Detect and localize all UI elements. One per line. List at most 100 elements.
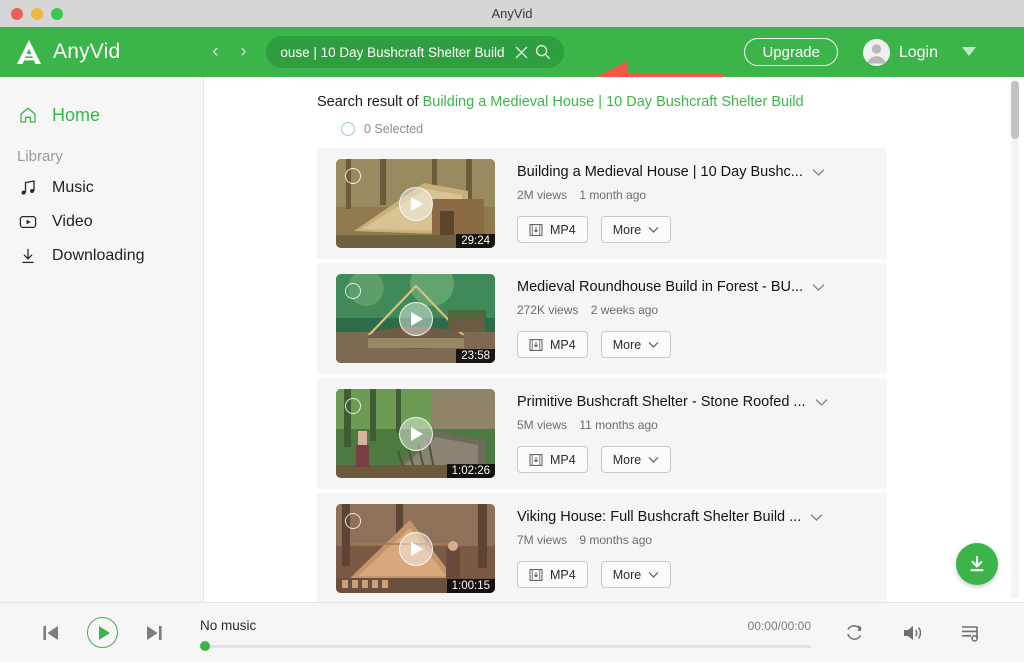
video-actions: MP4 More xyxy=(517,446,877,473)
video-title-row: Medieval Roundhouse Build in Forest - BU… xyxy=(517,279,877,295)
video-stats: 272K views 2 weeks ago xyxy=(517,303,877,317)
back-button[interactable]: ‹ xyxy=(204,39,226,65)
video-thumbnail[interactable]: 23:58 xyxy=(336,274,495,363)
video-title[interactable]: Viking House: Full Bushcraft Shelter Bui… xyxy=(517,509,801,525)
sidebar-item-music[interactable]: Music xyxy=(0,171,203,205)
format-label: MP4 xyxy=(550,452,576,467)
nav-arrows: ‹ › xyxy=(204,39,254,65)
chevron-down-icon xyxy=(648,341,659,348)
track-title: No music xyxy=(200,617,257,633)
chevron-down-icon[interactable] xyxy=(962,47,976,56)
video-title-row: Primitive Bushcraft Shelter - Stone Roof… xyxy=(517,394,877,410)
expand-chevron-down-icon[interactable] xyxy=(815,398,828,407)
avatar xyxy=(862,39,890,66)
download-circle-icon xyxy=(970,555,984,572)
more-options-button[interactable]: More xyxy=(600,216,672,243)
video-title[interactable]: Building a Medieval House | 10 Day Bushc… xyxy=(517,164,803,180)
next-track-button[interactable] xyxy=(139,618,169,648)
forward-button[interactable]: › xyxy=(232,39,254,65)
expand-chevron-down-icon[interactable] xyxy=(812,283,825,292)
format-label: MP4 xyxy=(550,337,576,352)
search-result-query: Building a Medieval House | 10 Day Bushc… xyxy=(422,94,804,110)
play-icon[interactable] xyxy=(398,531,433,566)
expand-chevron-down-icon[interactable] xyxy=(812,168,825,177)
table-row[interactable]: 1:00:15 Viking House: Full Bushcraft She… xyxy=(317,493,887,602)
search-bar[interactable]: ouse | 10 Day Bushcraft Shelter Build xyxy=(266,36,565,68)
progress-knob[interactable] xyxy=(200,641,210,651)
select-video-checkbox[interactable] xyxy=(345,168,361,184)
more-options-button[interactable]: More xyxy=(600,446,672,473)
play-icon[interactable] xyxy=(398,416,433,451)
anyvid-window: AnyVid AnyVid ‹ › ouse | 10 Day Bushcraf… xyxy=(0,0,1024,662)
search-input[interactable]: ouse | 10 Day Bushcraft Shelter Build xyxy=(280,45,510,60)
sidebar-item-label: Video xyxy=(52,213,93,230)
video-stats: 7M views 9 months ago xyxy=(517,533,877,547)
video-title[interactable]: Primitive Bushcraft Shelter - Stone Roof… xyxy=(517,394,806,410)
repeat-icon xyxy=(846,625,862,640)
download-mp4-button[interactable]: MP4 xyxy=(517,446,588,473)
repeat-button[interactable] xyxy=(839,618,869,648)
skip-previous-icon xyxy=(43,625,58,640)
download-all-fab-button[interactable] xyxy=(956,543,998,585)
play-icon[interactable] xyxy=(398,301,433,336)
playlist-button[interactable] xyxy=(957,618,987,648)
more-options-button[interactable]: More xyxy=(600,331,672,358)
table-row[interactable]: 1:02:26 Primitive Bushcraft Shelter - St… xyxy=(317,378,887,489)
more-label: More xyxy=(612,567,642,582)
video-thumbnail[interactable]: 29:24 xyxy=(336,159,495,248)
select-video-checkbox[interactable] xyxy=(345,283,361,299)
video-age: 1 month ago xyxy=(579,188,647,202)
volume-button[interactable] xyxy=(898,618,928,648)
video-views: 7M views xyxy=(517,533,568,547)
download-mp4-button[interactable]: MP4 xyxy=(517,331,588,358)
video-views: 2M views xyxy=(517,188,568,202)
clear-search-icon[interactable] xyxy=(510,41,532,63)
sidebar-item-downloading[interactable]: Downloading xyxy=(0,239,203,273)
video-thumbnail[interactable]: 1:02:26 xyxy=(336,389,495,478)
play-icon[interactable] xyxy=(398,186,433,221)
download-mp4-button[interactable]: MP4 xyxy=(517,561,588,588)
film-download-icon xyxy=(529,453,543,466)
film-download-icon xyxy=(529,568,543,581)
login-label: Login xyxy=(898,43,938,61)
upgrade-button[interactable]: Upgrade xyxy=(744,38,838,66)
table-row[interactable]: 29:24 Building a Medieval House | 10 Day… xyxy=(317,148,887,259)
format-label: MP4 xyxy=(550,222,576,237)
chevron-down-icon xyxy=(648,571,659,578)
progress-slider[interactable] xyxy=(200,641,811,651)
play-pause-button[interactable] xyxy=(87,617,118,648)
video-thumbnail[interactable]: 1:00:15 xyxy=(336,504,495,593)
brand[interactable]: AnyVid xyxy=(14,37,120,67)
sidebar-item-label: Music xyxy=(52,179,94,196)
select-video-checkbox[interactable] xyxy=(345,398,361,414)
user-avatar-icon xyxy=(862,39,890,66)
expand-chevron-down-icon[interactable] xyxy=(810,513,823,522)
account-area[interactable]: Login xyxy=(862,39,938,66)
scrollbar-thumb[interactable] xyxy=(1011,81,1019,139)
scrollbar-track[interactable] xyxy=(1011,79,1019,598)
skip-next-icon xyxy=(147,625,162,640)
playlist-icon xyxy=(962,625,978,642)
sidebar-item-home[interactable]: Home xyxy=(0,98,203,132)
select-all-checkbox[interactable] xyxy=(341,122,355,136)
video-play-icon xyxy=(17,211,39,233)
video-title-row: Building a Medieval House | 10 Day Bushc… xyxy=(517,164,877,180)
video-meta: Building a Medieval House | 10 Day Bushc… xyxy=(495,164,887,243)
more-options-button[interactable]: More xyxy=(600,561,672,588)
previous-track-button[interactable] xyxy=(36,618,66,648)
video-title[interactable]: Medieval Roundhouse Build in Forest - BU… xyxy=(517,279,803,295)
video-age: 9 months ago xyxy=(579,533,653,547)
select-video-checkbox[interactable] xyxy=(345,513,361,529)
sidebar-section-library: Library xyxy=(17,148,63,165)
app-body: Home Library Music Video Downloading Sea… xyxy=(0,77,1024,602)
video-actions: MP4 More xyxy=(517,331,877,358)
video-duration: 23:58 xyxy=(456,349,495,363)
anyvid-logo-icon xyxy=(17,40,41,64)
sidebar-item-video[interactable]: Video xyxy=(0,205,203,239)
film-download-icon xyxy=(529,338,543,351)
table-row[interactable]: 23:58 Medieval Roundhouse Build in Fores… xyxy=(317,263,887,374)
home-icon xyxy=(17,104,39,126)
download-mp4-button[interactable]: MP4 xyxy=(517,216,588,243)
video-meta: Medieval Roundhouse Build in Forest - BU… xyxy=(495,279,887,358)
search-icon[interactable] xyxy=(532,41,554,63)
